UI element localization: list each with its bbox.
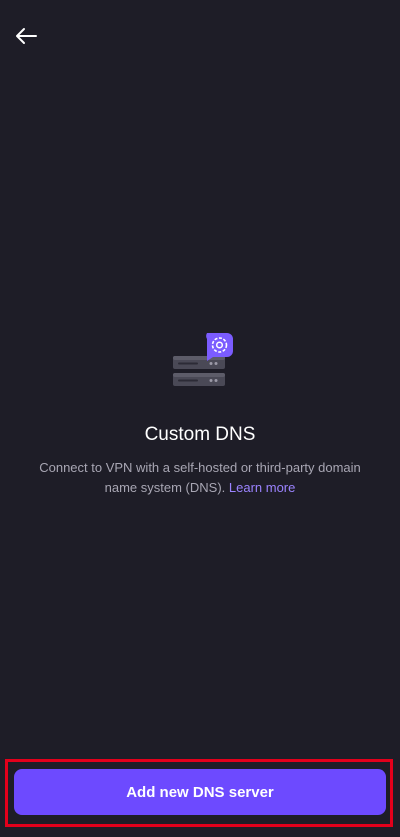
add-dns-server-button[interactable]: Add new DNS server [14, 769, 386, 815]
description-body: Connect to VPN with a self-hosted or thi… [39, 460, 361, 495]
page-title: Custom DNS [144, 424, 256, 445]
learn-more-link[interactable]: Learn more [229, 480, 295, 495]
custom-dns-screen: Custom DNS Connect to VPN with a self-ho… [0, 0, 400, 837]
dns-server-gear-icon [165, 330, 235, 400]
arrow-left-icon [16, 28, 37, 44]
empty-state: Custom DNS Connect to VPN with a self-ho… [0, 330, 400, 498]
back-button[interactable] [10, 22, 42, 50]
description-text: Connect to VPN with a self-hosted or thi… [30, 458, 370, 498]
